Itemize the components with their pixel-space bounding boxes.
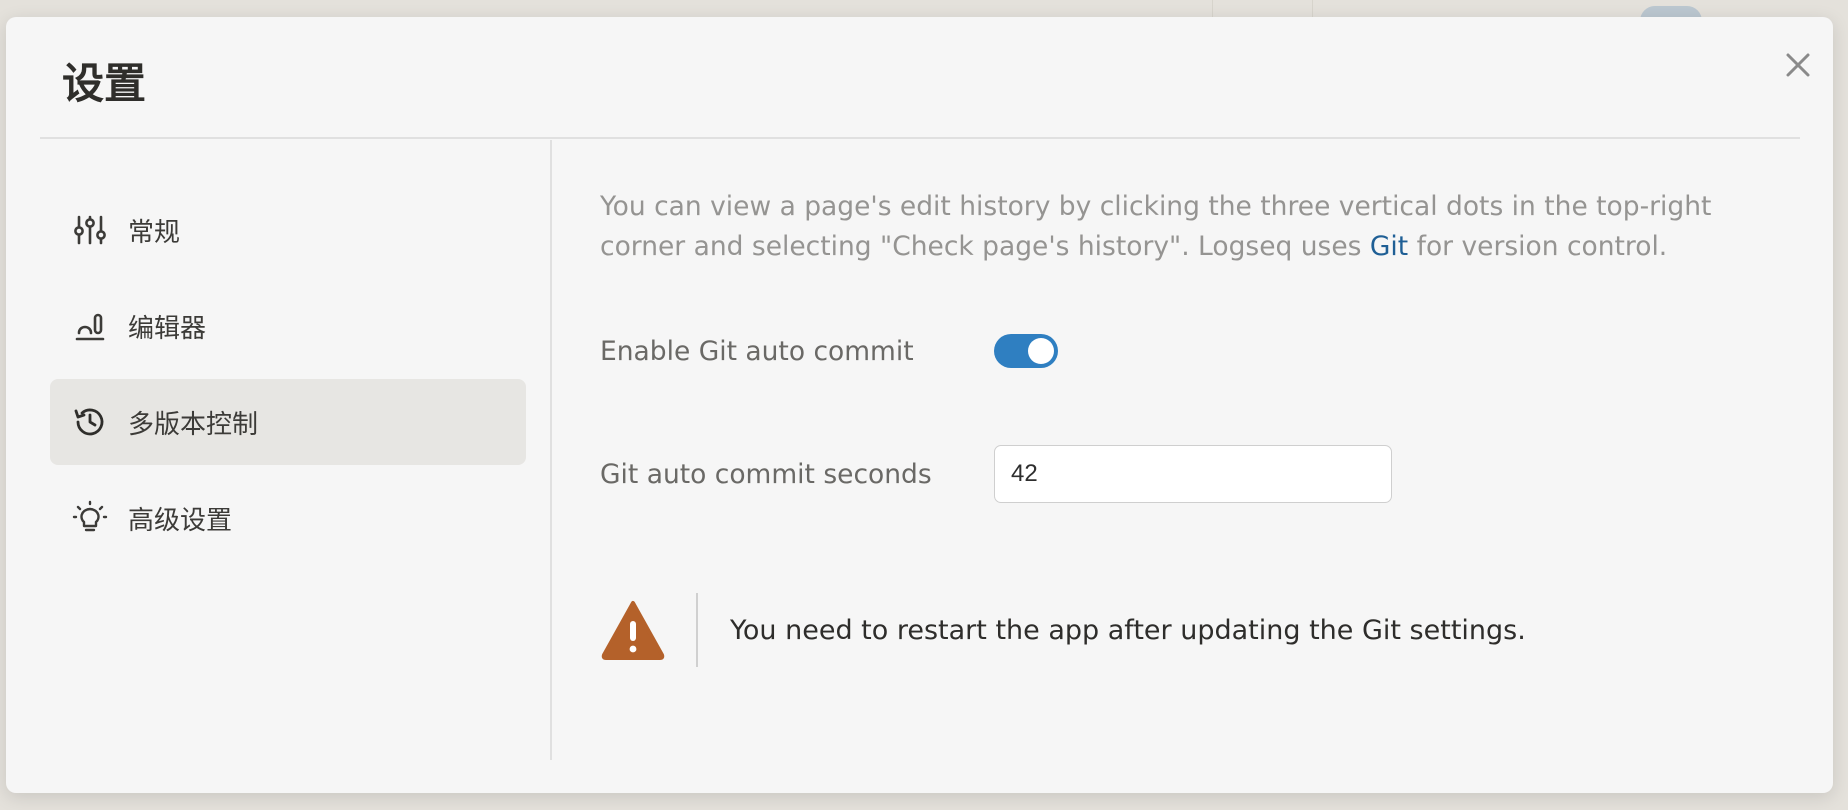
restart-notice: You need to restart the app after updati… xyxy=(600,593,1526,667)
sidebar-item-label: 多版本控制 xyxy=(128,409,259,440)
sidebar-item-version-control[interactable]: 多版本控制 xyxy=(50,379,526,465)
toggle-knob xyxy=(1028,338,1054,364)
sidebar-item-label: 高级设置 xyxy=(128,505,233,536)
sidebar-item-label: 编辑器 xyxy=(128,313,207,344)
sidebar-item-editor[interactable]: 编辑器 xyxy=(50,283,526,369)
settings-modal: 设置 常规 编辑器 多版本控制 高级设置 You can view a page… xyxy=(6,17,1833,793)
commit-seconds-input[interactable] xyxy=(994,445,1392,503)
commit-seconds-row: Git auto commit seconds xyxy=(600,445,1392,503)
commit-seconds-label: Git auto commit seconds xyxy=(600,458,932,490)
sidebar-item-general[interactable]: 常规 xyxy=(50,187,526,273)
page-title: 设置 xyxy=(62,59,147,108)
notice-text: You need to restart the app after updati… xyxy=(730,614,1526,646)
version-control-panel: You can view a page's edit history by cl… xyxy=(600,187,1800,667)
editor-icon xyxy=(72,308,108,344)
description-suffix: for version control. xyxy=(1408,231,1668,262)
history-icon xyxy=(72,404,108,440)
warning-icon xyxy=(601,601,665,660)
lightbulb-icon xyxy=(72,500,108,536)
close-icon xyxy=(1786,53,1810,77)
notice-divider xyxy=(696,593,698,667)
sidebar-divider xyxy=(550,140,552,760)
sidebar-item-advanced[interactable]: 高级设置 xyxy=(50,475,526,561)
auto-commit-label: Enable Git auto commit xyxy=(600,335,914,367)
header-divider xyxy=(40,137,1800,139)
git-link[interactable]: Git xyxy=(1370,231,1408,262)
auto-commit-row: Enable Git auto commit xyxy=(600,334,1058,368)
sidebar-item-label: 常规 xyxy=(128,217,181,248)
sliders-icon xyxy=(72,212,108,248)
auto-commit-toggle[interactable] xyxy=(994,334,1058,368)
settings-sidebar: 常规 编辑器 多版本控制 高级设置 xyxy=(50,187,526,571)
description-text: You can view a page's edit history by cl… xyxy=(600,187,1800,267)
close-button[interactable] xyxy=(1774,41,1822,89)
